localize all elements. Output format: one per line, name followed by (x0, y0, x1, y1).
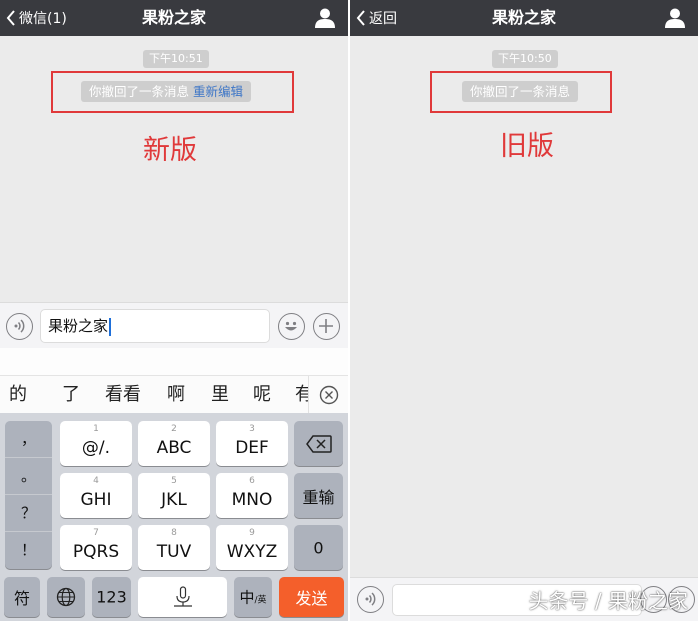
candidate-word[interactable]: 的 (9, 376, 27, 413)
key-3[interactable]: 3 DEF (216, 421, 288, 466)
key-2[interactable]: 2 ABC (138, 421, 210, 466)
punct-key[interactable]: ， (5, 421, 52, 458)
key-number: 2 (171, 424, 177, 434)
user-icon[interactable] (314, 7, 336, 29)
voice-icon (365, 592, 376, 606)
chevron-left-icon (6, 10, 15, 26)
key-letters: GHI (80, 490, 112, 510)
candidate-close-button[interactable] (308, 376, 348, 413)
key-letters: PQRS (72, 542, 120, 562)
globe-key[interactable] (47, 577, 85, 617)
key-number: 6 (249, 476, 255, 486)
reenter-key[interactable]: 重输 (294, 473, 343, 518)
key-7[interactable]: 7 PQRS (60, 525, 132, 570)
punct-key[interactable]: 。 (5, 458, 52, 495)
key-number: 4 (93, 476, 99, 486)
voice-button[interactable] (6, 313, 33, 340)
emoji-icon (285, 321, 297, 331)
nav-bar: 返回 果粉之家 (350, 0, 698, 36)
reenter-key-label: 重输 (302, 487, 335, 507)
key-8[interactable]: 8 TUV (138, 525, 210, 570)
highlight-box (51, 71, 294, 113)
key-5[interactable]: 5 JKL (138, 473, 210, 518)
key-4[interactable]: 4 GHI (60, 473, 132, 518)
back-button-label: 返回 (369, 11, 397, 27)
back-button[interactable]: 返回 (356, 0, 397, 36)
version-caption: 旧版 (500, 131, 554, 162)
candidate-word[interactable]: 啊 (167, 376, 185, 413)
globe-icon (56, 587, 76, 607)
key-letters: ABC (156, 438, 192, 458)
candidate-word[interactable]: 里 (211, 376, 229, 413)
language-key-main: 中 (239, 588, 255, 607)
key-number: 8 (171, 528, 177, 538)
candidate-bar: 的 了 看看 啊 里 呢 有 (0, 375, 348, 413)
left-chat-screen: 微信(1) 果粉之家 下午10:51 你撤回了一条消息重新编辑 新版 果粉之家 (0, 0, 348, 621)
backspace-icon (306, 435, 332, 453)
symbol-key[interactable]: 符 (4, 577, 40, 617)
version-caption: 新版 (143, 135, 197, 166)
key-letters: MNO (231, 490, 273, 510)
back-button-label: 微信(1) (19, 11, 67, 27)
microphone-icon (174, 586, 192, 607)
timestamp: 下午10:51 (143, 50, 209, 68)
key-number: 1 (93, 424, 99, 434)
key-number: 7 (93, 528, 99, 538)
key-1[interactable]: 1 @/. (60, 421, 132, 466)
text-caret (109, 317, 111, 336)
key-letters: DEF (235, 438, 269, 458)
add-button[interactable] (313, 313, 340, 340)
right-chat-screen: 返回 果粉之家 下午10:50 你撤回了一条消息 旧版 头条号 / 果粉之家 (350, 0, 698, 621)
zero-key[interactable]: 0 (294, 525, 343, 570)
message-input-text: 果粉之家 (48, 317, 109, 335)
key-letters: @/. (81, 438, 111, 458)
watermark: 头条号 / 果粉之家 (528, 589, 688, 613)
candidate-word[interactable]: 呢 (253, 376, 271, 413)
language-key-sub: /英 (254, 595, 267, 606)
chat-title: 果粉之家 (491, 8, 556, 27)
language-key-label: 中/英 (234, 587, 272, 608)
numeric-key[interactable]: 123 (92, 577, 131, 617)
key-number: 3 (249, 424, 255, 434)
punct-key[interactable]: ？ (5, 495, 52, 532)
key-number: 5 (171, 476, 177, 486)
send-button[interactable]: 发送 (279, 577, 344, 617)
key-6[interactable]: 6 MNO (216, 473, 288, 518)
voice-input-key[interactable] (138, 577, 227, 617)
key-number: 9 (249, 528, 255, 538)
key-letters: WXYZ (226, 542, 278, 562)
plus-icon (319, 319, 333, 333)
close-circle-icon (319, 385, 338, 405)
voice-icon (14, 319, 25, 333)
zero-key-label: 0 (313, 538, 324, 557)
emoji-button[interactable] (278, 313, 305, 340)
message-input[interactable]: 果粉之家 (40, 309, 270, 343)
highlight-box (430, 71, 612, 113)
backspace-key[interactable] (294, 421, 343, 466)
user-icon[interactable] (664, 7, 686, 29)
punctuation-column: ， 。 ？ ！ (5, 421, 52, 569)
symbol-key-label: 符 (13, 589, 30, 608)
punct-key[interactable]: ！ (5, 532, 52, 569)
timestamp: 下午10:50 (492, 50, 558, 68)
back-button[interactable]: 微信(1) (6, 0, 67, 36)
nav-bar: 微信(1) 果粉之家 (0, 0, 348, 36)
input-spacer (0, 348, 348, 375)
chevron-left-icon (356, 10, 365, 26)
voice-button[interactable] (357, 586, 384, 613)
candidate-word[interactable]: 看看 (105, 376, 141, 413)
numeric-key-label: 123 (96, 587, 127, 607)
key-letters: JKL (161, 490, 187, 510)
input-bar: 果粉之家 (0, 302, 348, 348)
key-letters: TUV (156, 542, 192, 562)
candidate-word[interactable]: 了 (62, 376, 80, 413)
keyboard: ， 。 ？ ！ 1 @/. 2 ABC 3 DEF 4 GHI 5 JKL 6 … (0, 413, 348, 621)
language-key[interactable]: 中/英 (234, 577, 272, 617)
key-9[interactable]: 9 WXYZ (216, 525, 288, 570)
send-button-label: 发送 (295, 589, 328, 608)
